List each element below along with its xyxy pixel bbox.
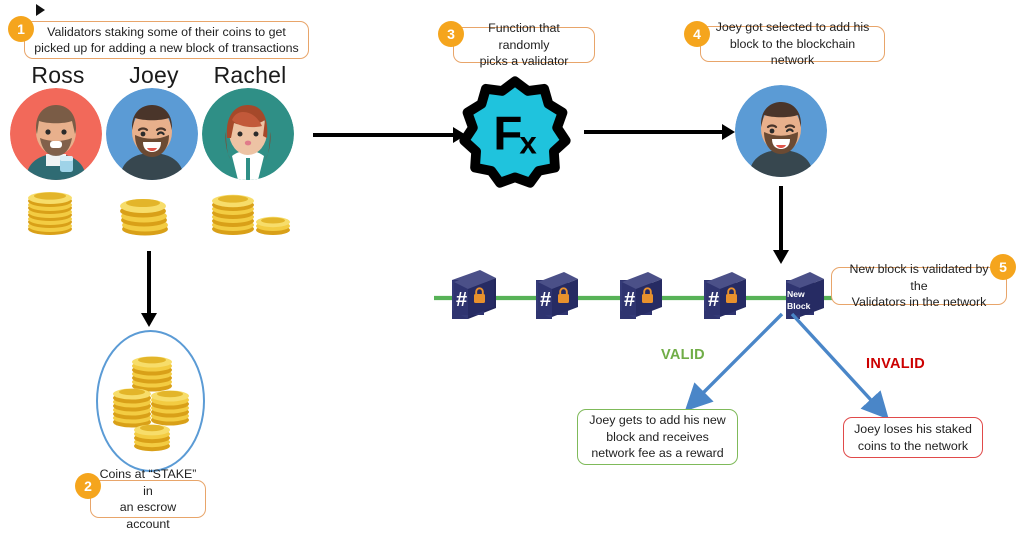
callout-4-line-1: Joey got selected to add his: [715, 20, 870, 35]
coin-stack-ross: [20, 183, 92, 235]
callout-2-line-1: Coins at “STAKE” in: [99, 467, 197, 498]
callout-2-badge: 2: [75, 473, 101, 499]
coin-stack-joey: [113, 184, 185, 236]
outcome-valid-line-3: network fee as a reward: [591, 446, 724, 461]
arrow-selected-validator-to-chain: [773, 186, 789, 264]
svg-text:F: F: [493, 107, 522, 160]
escrow-coin-pile-graphic: [113, 356, 189, 452]
avatar-selected-joey-graphic: [735, 85, 827, 177]
avatar-joey-graphic: [106, 88, 198, 180]
fx-badge-icon: F x: [459, 76, 571, 188]
avatar-joey: [106, 88, 198, 180]
svg-text:#: #: [540, 289, 551, 311]
coin-stack-rachel: [205, 183, 295, 235]
verdict-label-invalid: INVALID: [866, 356, 926, 372]
outcome-box-invalid: Joey loses his staked coins to the netwo…: [843, 417, 983, 458]
validator-name-ross: Ross: [31, 62, 85, 88]
validator-name-rachel: Rachel: [213, 62, 287, 88]
validator-name-joey: Joey: [129, 62, 179, 88]
svg-text:x: x: [519, 126, 537, 161]
avatar-ross-graphic: [10, 88, 102, 180]
verdict-branch-arrows: [600, 300, 940, 420]
callout-4: Joey got selected to add his block to th…: [700, 20, 885, 67]
callout-5-badge: 5: [990, 254, 1016, 280]
diagram-canvas: 1 Validators staking some of their coins…: [0, 0, 1024, 537]
avatar-rachel-graphic: [202, 88, 294, 180]
coin-stack-rachel-graphic: [212, 194, 290, 235]
svg-text:#: #: [456, 289, 467, 311]
callout-4-badge: 4: [684, 21, 710, 47]
avatar-rachel: [202, 88, 294, 180]
arrow-validators-to-function: [313, 127, 466, 143]
callout-2: Coins at “STAKE” in an escrow account: [90, 467, 206, 531]
callout-4-line-2: block to the blockchain network: [729, 36, 856, 68]
verdict-branch-arrows-graphic: [684, 312, 889, 420]
function-node-fx: F x: [459, 76, 571, 188]
cursor-left-triangle-icon: [36, 4, 45, 16]
callout-1-badge: 1: [8, 16, 34, 42]
outcome-box-valid: Joey gets to add his new block and recei…: [577, 409, 738, 465]
callout-3-line-2: picks a validator: [479, 54, 569, 69]
arrow-validators-to-escrow: [141, 251, 157, 327]
callout-2-line-2: an escrow account: [119, 500, 177, 531]
callout-3-line-1: Function that randomly: [488, 21, 560, 52]
arrow-function-to-selected-validator: [584, 124, 735, 140]
callout-1: Validators staking some of their coins t…: [24, 21, 309, 59]
callout-3-badge: 3: [438, 21, 464, 47]
coin-stack-ross-graphic: [28, 192, 72, 235]
coin-stack-joey-graphic: [120, 199, 168, 236]
escrow-coin-pile: [108, 348, 192, 452]
verdict-label-valid: VALID: [661, 347, 705, 363]
outcome-valid-line-2: block and receives: [606, 429, 709, 444]
outcome-valid-line-1: Joey gets to add his new: [589, 413, 726, 428]
outcome-invalid-line-2: coins to the network: [857, 438, 969, 453]
avatar-selected-joey: [735, 85, 827, 177]
callout-5-line-1: New block is validated by the: [849, 262, 989, 293]
callout-3: Function that randomly picks a validator: [453, 21, 595, 68]
callout-1-line-1: Validators staking some of their coins t…: [47, 24, 286, 39]
callout-1-line-2: picked up for adding a new block of tran…: [34, 41, 299, 55]
avatar-ross: [10, 88, 102, 180]
outcome-invalid-line-1: Joey loses his staked: [854, 422, 972, 436]
svg-text:New: New: [787, 289, 805, 299]
